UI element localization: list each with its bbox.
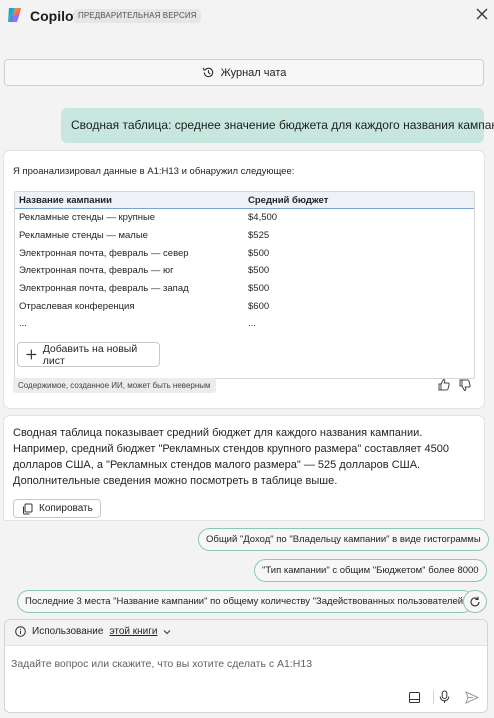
send-icon [465,690,479,704]
suggestion-chip[interactable]: "Тип кампании" с общим "Бюджетом" более … [254,559,487,582]
table-row: Электронная почта, февраль — юг $500 [15,262,474,280]
toolbar-divider [433,690,434,704]
table-row: Электронная почта, февраль — север $500 [15,244,474,262]
add-to-new-sheet-label: Добавить на новый лист [42,342,138,367]
table-cell: ... [248,318,256,330]
chat-history-button[interactable]: Журнал чата [4,59,484,86]
table-cell: $500 [248,265,270,277]
copy-label: Копировать [39,503,93,514]
table-row: Рекламные стенды — малые $525 [15,227,474,245]
thumbs-down-icon [459,379,471,392]
column-header: Название кампании [19,194,112,206]
table-row: ... ... [15,315,474,333]
copy-icon [23,503,33,514]
close-button[interactable] [474,6,490,22]
thumbs-up-button[interactable] [437,378,451,392]
copilot-logo [8,8,21,22]
chevron-down-icon [164,629,171,634]
context-link[interactable]: этой книги [109,626,157,637]
response-intro: Я проанализировал данные в A1:H13 и обна… [13,166,295,177]
microphone-icon [439,690,449,703]
send-button[interactable] [464,689,480,705]
plus-icon [26,349,37,360]
table-cell: Рекламные стенды — малые [19,230,148,242]
table-cell: $600 [248,300,270,312]
thumbs-up-icon [438,378,450,391]
table-row: Отраслевая конференция $600 [15,297,474,315]
table-cell: Электронная почта, февраль — север [19,247,189,259]
chat-history-label: Журнал чата [220,66,287,79]
book-icon [408,691,420,703]
copy-button[interactable]: Копировать [13,499,101,518]
prompt-input[interactable] [11,656,481,672]
response-card: Я проанализировал данные в A1:H13 и обна… [4,151,484,408]
table-header: Название кампании Средний бюджет [15,192,474,209]
table-cell: $4,500 [248,212,278,224]
answer-text: Сводная таблица показывает средний бюдже… [13,427,449,487]
user-message: Сводная таблица: среднее значение бюджет… [61,108,494,143]
preview-badge: ПРЕДВАРИТЕЛЬНАЯ ВЕРСИЯ [74,9,201,23]
prompt-guide-button[interactable] [406,689,422,705]
info-icon [15,626,26,637]
table-cell: $500 [248,283,270,295]
answer-card: Сводная таблица показывает средний бюдже… [4,416,484,520]
context-prefix: Использование [32,626,104,637]
table-cell: $525 [248,230,270,242]
workbook-context-button[interactable]: Использование этой книги [15,626,171,637]
ai-disclaimer: Содержимое, созданное ИИ, может быть нев… [13,378,216,393]
table-cell: Рекламные стенды — крупные [19,212,156,224]
thumbs-down-button[interactable] [458,378,472,392]
suggestion-chip[interactable]: Общий "Доход" по "Владельцу кампании" в … [198,528,489,551]
title-bar: Copilot ПРЕДВАРИТЕЛЬНАЯ ВЕРСИЯ [0,0,494,32]
suggestion-chip[interactable]: Последние 3 места "Название кампании" по… [17,590,475,613]
context-bar: Использование этой книги [5,620,487,646]
table-row: Электронная почта, февраль — запад $500 [15,280,474,298]
table-cell: Электронная почта, февраль — юг [19,265,174,277]
microphone-button[interactable] [436,689,452,705]
table-cell: Электронная почта, февраль — запад [19,283,189,295]
table-row: Рекламные стенды — крупные $4,500 [15,209,474,227]
compose-box: Использование этой книги [4,619,488,713]
history-icon [202,67,213,78]
close-icon [476,8,488,20]
add-to-new-sheet-button[interactable]: Добавить на новый лист [17,342,160,367]
table-cell: ... [19,318,27,330]
table-cell: Отраслевая конференция [19,300,135,312]
refresh-suggestions-button[interactable] [463,590,487,613]
table-cell: $500 [248,247,270,259]
app-title: Copilot [30,8,79,24]
column-header: Средний бюджет [248,194,329,206]
refresh-icon [470,596,480,606]
